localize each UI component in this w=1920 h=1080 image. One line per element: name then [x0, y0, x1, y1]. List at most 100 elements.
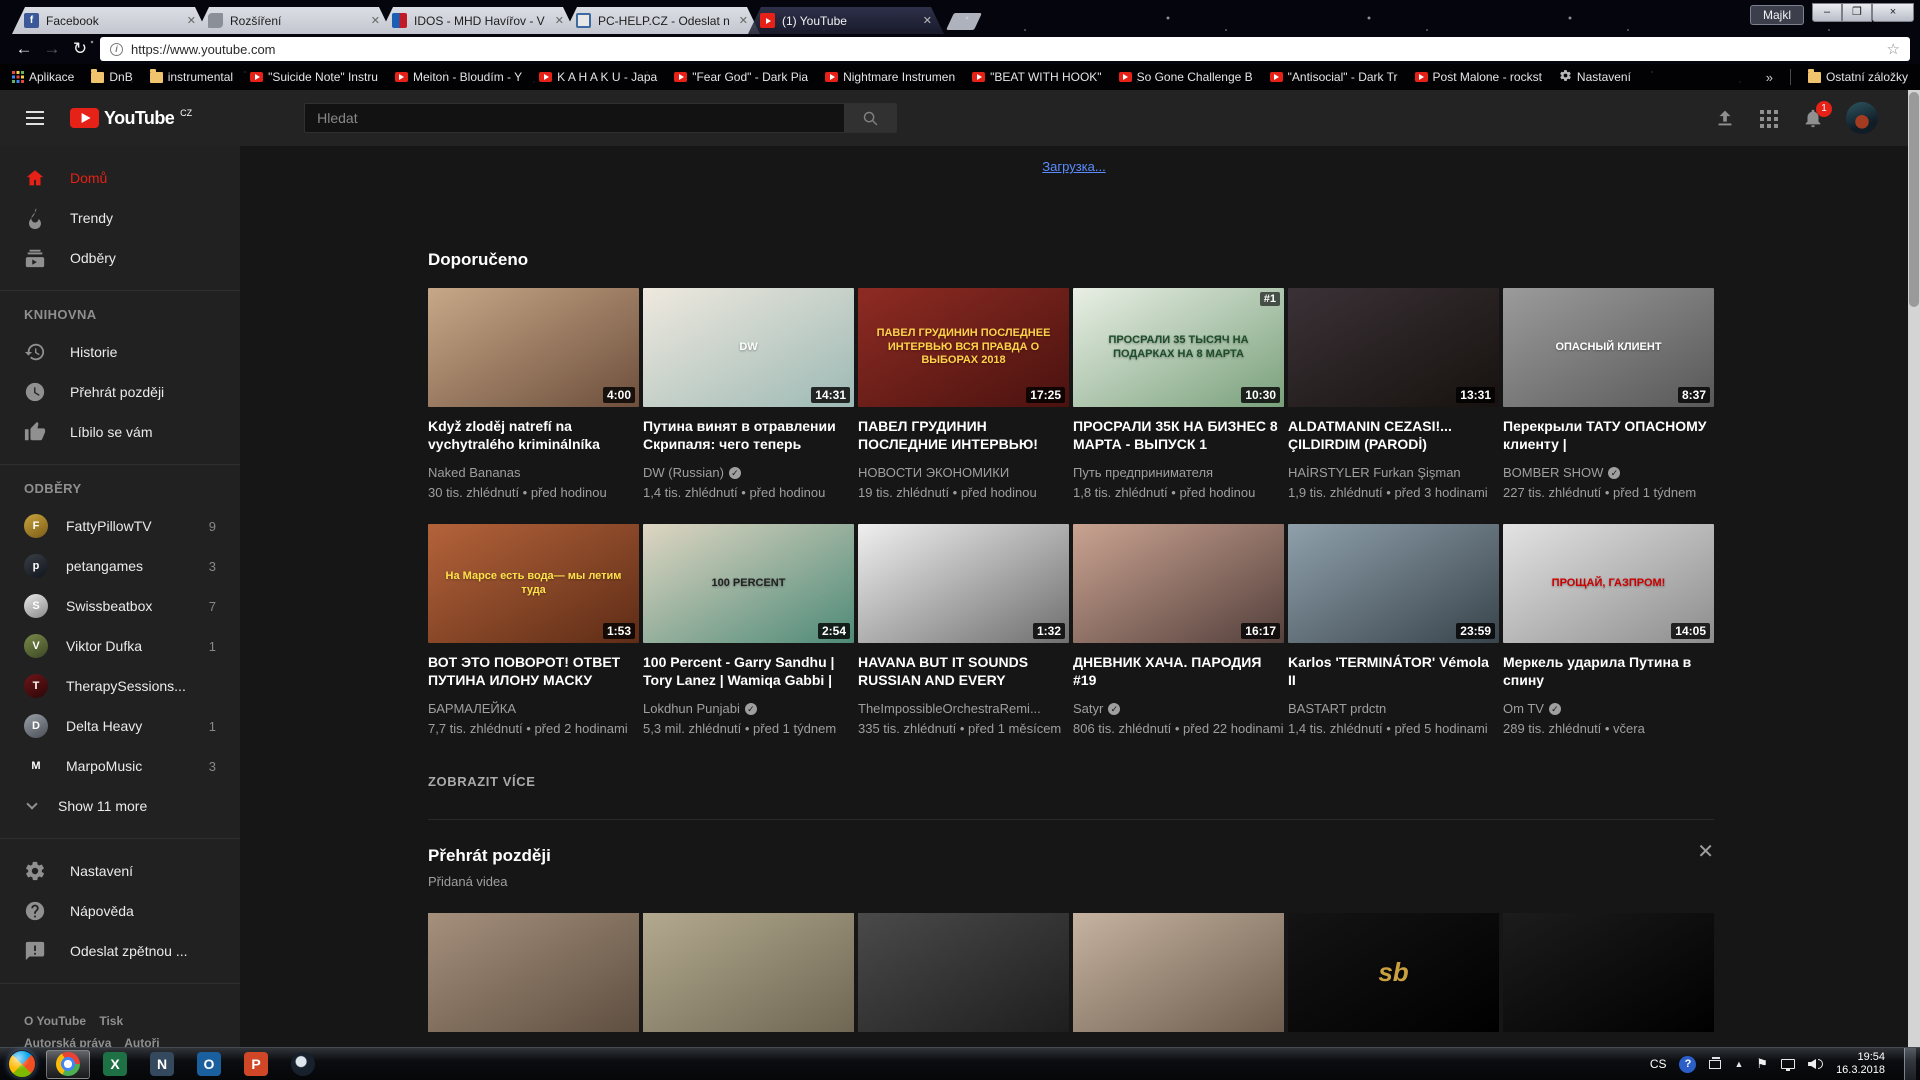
video-thumbnail[interactable]: [1503, 913, 1714, 1032]
guide-menu-button[interactable]: [0, 117, 70, 119]
video-card[interactable]: На Марсе есть вода— мы летим туда 1:53 В…: [428, 524, 639, 738]
video-thumbnail[interactable]: [1073, 913, 1284, 1032]
video-thumbnail[interactable]: [428, 913, 639, 1032]
video-thumbnail[interactable]: [643, 913, 854, 1032]
sidebar-item-history[interactable]: Historie: [0, 332, 240, 372]
window-restore-button[interactable]: ❐: [1842, 3, 1872, 22]
video-card[interactable]: 100 PERCENT 2:54 100 Percent - Garry San…: [643, 524, 854, 738]
sidebar-item-liked-videos[interactable]: Líbilo se vám: [0, 412, 240, 452]
start-button[interactable]: [8, 1050, 36, 1078]
sidebar-subscription-item[interactable]: p petangames 3: [0, 546, 240, 586]
video-thumbnail[interactable]: 4:00: [428, 288, 639, 407]
search-input[interactable]: [304, 103, 844, 133]
video-title[interactable]: ДНЕВНИК ХАЧА. ПАРОДИЯ #19: [1073, 653, 1284, 689]
sidebar-subscription-item[interactable]: S Swissbeatbox 7: [0, 586, 240, 626]
video-card[interactable]: 1:32 HAVANA BUT IT SOUNDS RUSSIAN AND EV…: [858, 524, 1069, 738]
page-scrollbar[interactable]: [1908, 90, 1920, 1047]
sidebar-subscription-item[interactable]: M MarpoMusic 3: [0, 746, 240, 786]
page-info-icon[interactable]: i: [110, 43, 123, 56]
video-card[interactable]: 4:00 Když zloděj natrefí na vychytralého…: [428, 288, 639, 502]
video-thumbnail[interactable]: 1:32: [858, 524, 1069, 643]
video-channel[interactable]: БАРМАЛЕЙКА ✓: [428, 701, 639, 716]
video-card[interactable]: ПРОСРАЛИ 35 ТЫСЯЧ НА ПОДАРКАХ НА 8 МАРТА…: [1073, 288, 1284, 502]
sidebar-item-settings[interactable]: Nastavení: [0, 851, 240, 891]
browser-tab-idos[interactable]: IDOS - MHD Havířov - V ✕: [380, 7, 576, 34]
video-title[interactable]: Karlos 'TERMINÁTOR' Vémola II: [1288, 653, 1499, 689]
taskbar-outlook[interactable]: O: [187, 1050, 231, 1079]
forward-button[interactable]: →: [38, 39, 66, 59]
bookmark-item[interactable]: So Gone Challenge B: [1119, 70, 1253, 84]
video-card[interactable]: 16:17 ДНЕВНИК ХАЧА. ПАРОДИЯ #19 Satyr ✓ …: [1073, 524, 1284, 738]
bookmark-settings[interactable]: Nastavení: [1559, 69, 1631, 85]
bookmark-item[interactable]: "Antisocial" - Dark Tr: [1270, 70, 1398, 84]
url-text[interactable]: https://www.youtube.com: [131, 42, 1879, 57]
upload-button[interactable]: [1714, 107, 1736, 129]
taskbar-notes[interactable]: N: [140, 1050, 184, 1079]
tab-close-icon[interactable]: ✕: [185, 14, 198, 27]
video-thumbnail[interactable]: ПРОЩАЙ, ГАЗПРОМ! 14:05: [1503, 524, 1714, 643]
video-title[interactable]: ALDATMANIN CEZASI!... ÇILDIRDIM (PARODİ): [1288, 417, 1499, 453]
volume-icon[interactable]: [1808, 1059, 1823, 1069]
back-button[interactable]: ←: [10, 39, 38, 59]
video-channel[interactable]: DW (Russian) ✓: [643, 465, 854, 480]
video-thumbnail[interactable]: ПАВЕЛ ГРУДИНИН ПОСЛЕДНЕЕ ИНТЕРВЬЮ ВСЯ ПР…: [858, 288, 1069, 407]
new-tab-button[interactable]: [946, 13, 982, 30]
sidebar-item-help[interactable]: Nápověda: [0, 891, 240, 931]
notifications-button[interactable]: 1: [1802, 107, 1824, 129]
sidebar-item-feedback[interactable]: Odeslat zpětnou ...: [0, 931, 240, 971]
video-thumbnail[interactable]: sb: [1288, 913, 1499, 1032]
video-channel[interactable]: BASTART prdctn ✓: [1288, 701, 1499, 716]
video-channel[interactable]: Путь предпринимателя ✓: [1073, 465, 1284, 480]
help-tray-icon[interactable]: ?: [1679, 1056, 1696, 1073]
browser-tab-youtube-active[interactable]: (1) YouTube ✕: [748, 7, 944, 34]
video-thumbnail[interactable]: [858, 913, 1069, 1032]
video-title[interactable]: 100 Percent - Garry Sandhu | Tory Lanez …: [643, 653, 854, 689]
video-title[interactable]: HAVANA BUT IT SOUNDS RUSSIAN AND EVERY: [858, 653, 1069, 689]
bookmark-item[interactable]: "Fear God" - Dark Pia: [674, 70, 808, 84]
video-channel[interactable]: BOMBER SHOW ✓: [1503, 465, 1714, 480]
tab-close-icon[interactable]: ✕: [737, 14, 750, 27]
taskbar-clock[interactable]: 19:54 16.3.2018: [1836, 1051, 1891, 1077]
video-thumbnail[interactable]: DW 14:31: [643, 288, 854, 407]
video-title[interactable]: Меркель ударила Путина в спину: [1503, 653, 1714, 689]
show-hidden-icons-arrow[interactable]: ▲: [1734, 1059, 1743, 1069]
sidebar-item-trending[interactable]: Trendy: [0, 198, 240, 238]
taskbar-powerpoint[interactable]: P: [234, 1050, 278, 1079]
video-channel[interactable]: Lokdhun Punjabi ✓: [643, 701, 854, 716]
video-channel[interactable]: НОВОСТИ ЭКОНОМИКИ ✓: [858, 465, 1069, 480]
sidebar-subscription-item[interactable]: F FattyPillowTV 9: [0, 506, 240, 546]
bookmark-item[interactable]: Nightmare Instrumen: [825, 70, 955, 84]
tab-close-icon[interactable]: ✕: [921, 14, 934, 27]
bookmark-item[interactable]: Meiton - Bloudím - Y: [395, 70, 522, 84]
video-title[interactable]: Перекрыли ТАТУ ОПАСНОМУ клиенту |: [1503, 417, 1714, 453]
video-card[interactable]: 13:31 ALDATMANIN CEZASI!... ÇILDIRDIM (P…: [1288, 288, 1499, 502]
search-button[interactable]: [844, 103, 897, 133]
bookmark-folder-instrumental[interactable]: instrumental: [150, 70, 233, 84]
video-card[interactable]: ПАВЕЛ ГРУДИНИН ПОСЛЕДНЕЕ ИНТЕРВЬЮ ВСЯ ПР…: [858, 288, 1069, 502]
browser-tab-extensions[interactable]: Rozšíření ✕: [196, 7, 392, 34]
browser-tab-facebook[interactable]: f Facebook ✕: [12, 7, 208, 34]
browser-profile-button[interactable]: Majkl: [1750, 5, 1804, 25]
window-close-button[interactable]: ×: [1872, 3, 1914, 22]
video-card[interactable]: 23:59 Karlos 'TERMINÁTOR' Vémola II BAST…: [1288, 524, 1499, 738]
sidebar-show-more[interactable]: Show 11 more: [0, 786, 240, 826]
video-card[interactable]: ПРОЩАЙ, ГАЗПРОМ! 14:05 Меркель ударила П…: [1503, 524, 1714, 738]
taskbar-steam[interactable]: [281, 1050, 325, 1079]
video-title[interactable]: Když zloděj natrefí na vychytralého krim…: [428, 417, 639, 453]
close-icon[interactable]: ✕: [1697, 842, 1714, 862]
show-desktop-button[interactable]: [1904, 1048, 1916, 1080]
bookmark-apps[interactable]: Aplikace: [12, 70, 74, 84]
language-indicator[interactable]: CS: [1650, 1057, 1667, 1071]
bookmark-item[interactable]: Post Malone - rockst: [1415, 70, 1542, 84]
tab-close-icon[interactable]: ✕: [369, 14, 382, 27]
sidebar-item-watch-later[interactable]: Přehrát později: [0, 372, 240, 412]
window-minimize-button[interactable]: –: [1812, 3, 1842, 22]
bookmark-other-folder[interactable]: Ostatní záložky: [1808, 70, 1908, 84]
video-title[interactable]: ВОТ ЭТО ПОВОРОТ! ОТВЕТ ПУТИНА ИЛОНУ МАСК…: [428, 653, 639, 689]
video-thumbnail[interactable]: 16:17: [1073, 524, 1284, 643]
video-channel[interactable]: TheImpossibleOrchestraRemi... ✓: [858, 701, 1069, 716]
video-thumbnail[interactable]: 23:59: [1288, 524, 1499, 643]
tab-close-icon[interactable]: ✕: [553, 14, 566, 27]
address-bar[interactable]: i https://www.youtube.com ☆: [100, 37, 1910, 61]
video-thumbnail[interactable]: На Марсе есть вода— мы летим туда 1:53: [428, 524, 639, 643]
